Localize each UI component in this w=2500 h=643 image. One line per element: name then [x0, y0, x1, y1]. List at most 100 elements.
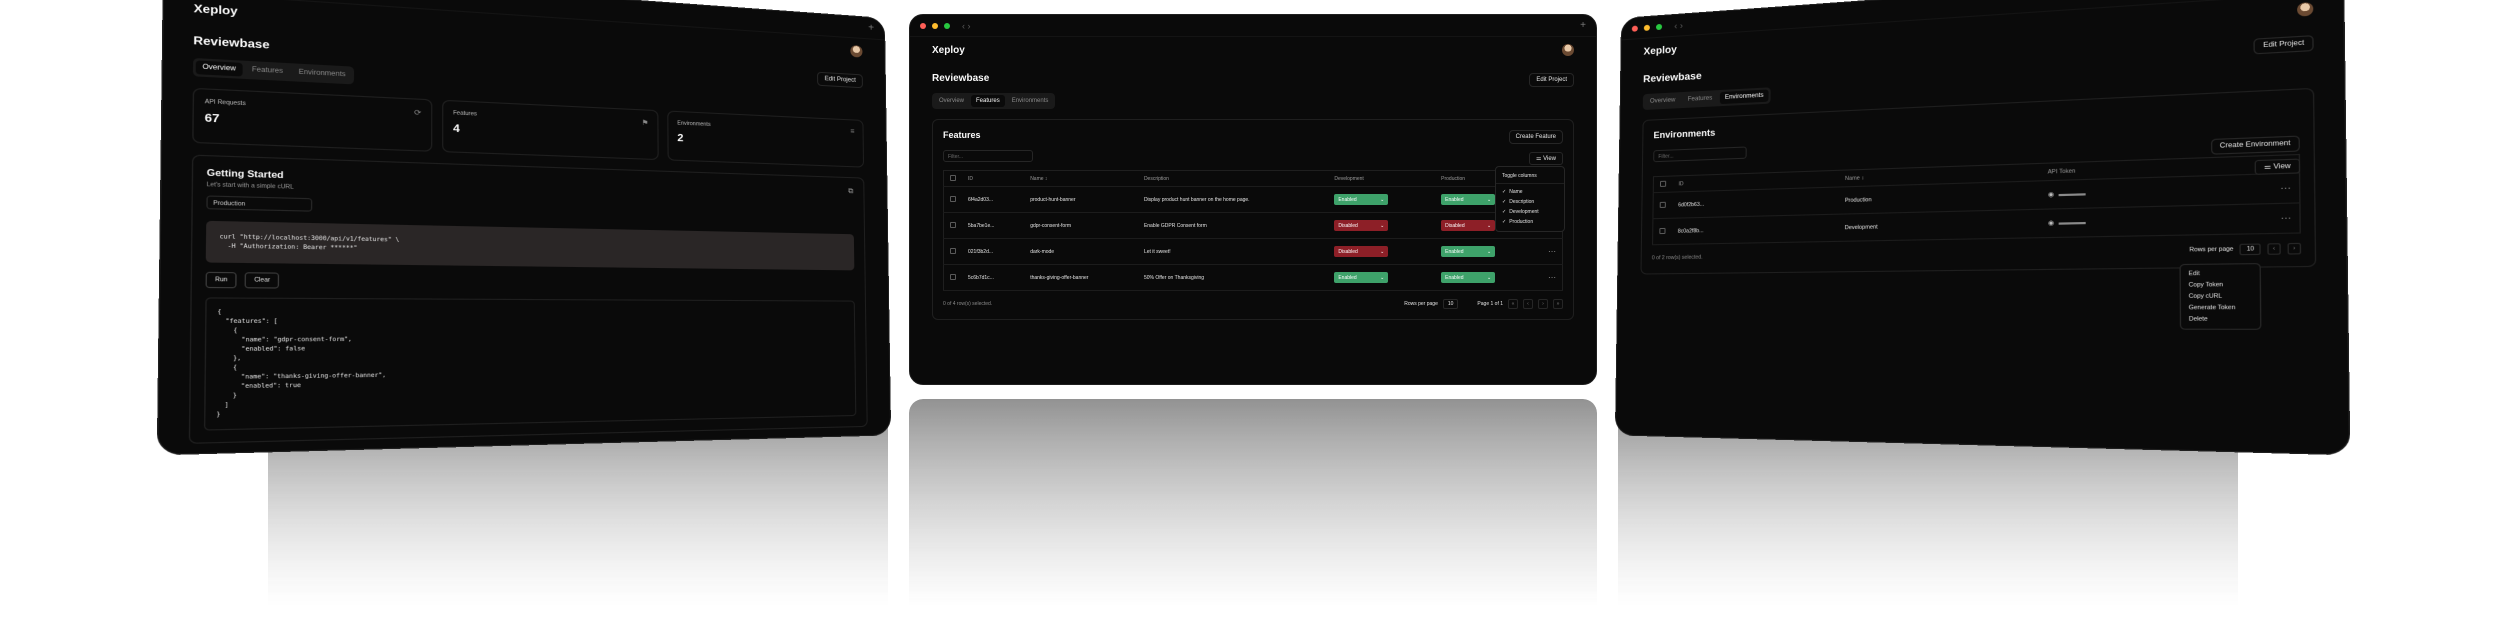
table-row[interactable]: 6f4a2d03... product-hunt-banner Display pr…	[943, 186, 1563, 213]
eye-icon[interactable]: ◉	[2048, 220, 2054, 227]
tab-features[interactable]: Features	[1682, 92, 1717, 106]
tab-features[interactable]: Features	[971, 95, 1005, 107]
view-columns-button[interactable]: ⚌ View	[1529, 152, 1563, 165]
chevron-down-icon: ⌄	[1486, 274, 1492, 281]
edit-project-button[interactable]: Edit Project	[817, 71, 863, 89]
tab-environments[interactable]: Environments	[1719, 89, 1769, 105]
last-page-button[interactable]: »	[1553, 299, 1563, 309]
status-label: Disabled	[1445, 222, 1465, 229]
filter-input[interactable]: Filter...	[1653, 146, 1747, 163]
user-avatar[interactable]	[850, 44, 863, 58]
select-all-checkbox[interactable]	[1659, 180, 1667, 187]
dev-status-select[interactable]: Disabled ⌄	[1334, 220, 1389, 231]
dev-status-select[interactable]: Enabled ⌄	[1334, 194, 1389, 205]
menu-item-name[interactable]: ✓ Name	[1496, 187, 1564, 197]
environments-table: ID Name ↕ API Token 6d0f2b63... Productio…	[1652, 153, 2301, 246]
brand-logo[interactable]: Xeploy	[194, 3, 238, 18]
create-environment-button[interactable]: Create Environment	[2210, 135, 2301, 155]
column-header-description[interactable]: Description	[1137, 170, 1329, 187]
row-checkbox[interactable]	[950, 195, 956, 202]
masked-token	[2059, 221, 2087, 225]
first-page-button[interactable]: «	[1508, 299, 1518, 309]
prod-status-select[interactable]: Enabled ⌄	[1441, 246, 1496, 257]
back-arrow-icon[interactable]: ‹ ›	[962, 21, 971, 31]
new-tab-icon[interactable]: +	[868, 23, 874, 34]
user-avatar[interactable]	[1562, 44, 1574, 56]
table-row[interactable]: 5c6b7d1c... thanks-giving-offer-banner 50%…	[943, 264, 1563, 291]
menu-item-generate-token[interactable]: Generate Token	[2181, 302, 2260, 314]
previous-page-button[interactable]: ‹	[1523, 299, 1533, 309]
menu-header: Toggle columns	[1496, 171, 1564, 184]
rows-per-page-select[interactable]: 10	[1442, 299, 1459, 309]
menu-item-description[interactable]: ✓ Description	[1496, 197, 1564, 207]
toggle-columns-menu: Toggle columns ✓ Name ✓ Description ✓ Devel…	[1495, 166, 1565, 232]
select-all-checkbox[interactable]	[950, 174, 956, 181]
tab-features[interactable]: Features	[245, 63, 289, 79]
prod-status-select[interactable]: Enabled ⌄	[1441, 272, 1496, 283]
row-checkbox[interactable]	[950, 247, 956, 254]
column-header-name[interactable]: Name ↕	[1024, 170, 1138, 187]
tab-environments[interactable]: Environments	[1007, 95, 1054, 107]
column-header-id[interactable]: ID	[962, 170, 1025, 187]
menu-item-copy-token[interactable]: Copy Token	[2181, 279, 2260, 291]
next-page-button[interactable]: ›	[1538, 299, 1548, 309]
menu-item-delete[interactable]: Delete	[2181, 314, 2260, 326]
stat-label: Environments	[677, 120, 711, 129]
back-arrow-icon[interactable]: ‹ ›	[1674, 20, 1683, 31]
create-feature-button[interactable]: Create Feature	[1508, 130, 1563, 144]
column-header-development[interactable]: Development	[1328, 170, 1436, 187]
tab-environments[interactable]: Environments	[292, 66, 352, 83]
environment-select[interactable]: Production	[206, 195, 313, 212]
stat-card-features: Features 4 ⚑	[442, 99, 659, 161]
view-label: View	[2273, 163, 2291, 171]
row-checkbox[interactable]	[1659, 201, 1666, 208]
clear-button[interactable]: Clear	[244, 272, 280, 289]
close-window-button[interactable]	[920, 22, 926, 29]
new-tab-icon[interactable]: +	[1580, 20, 1586, 31]
table-header-row: ID Name ↕ Description Development Produc…	[943, 170, 1563, 187]
dev-status-select[interactable]: Enabled ⌄	[1334, 272, 1389, 283]
more-actions-icon[interactable]: ⋯	[2280, 183, 2291, 194]
table-row[interactable]: 5ba7be1e... gdpr-consent-form Enable GDPR …	[943, 212, 1563, 239]
row-checkbox[interactable]	[950, 221, 956, 228]
more-actions-icon[interactable]: ⋯	[2280, 213, 2291, 224]
maximize-window-button[interactable]	[1655, 23, 1663, 30]
tab-overview[interactable]: Overview	[195, 60, 243, 77]
row-checkbox[interactable]	[1659, 227, 1666, 234]
edit-project-button[interactable]: Edit Project	[2253, 35, 2314, 55]
dev-status-select[interactable]: Disabled ⌄	[1334, 246, 1389, 257]
brand-logo[interactable]: Xeploy	[932, 45, 965, 56]
feature-id: 5ba7be1e...	[962, 212, 1025, 239]
tab-overview[interactable]: Overview	[934, 95, 969, 107]
tab-overview[interactable]: Overview	[1645, 94, 1681, 108]
menu-item-development[interactable]: ✓ Development	[1496, 207, 1564, 217]
run-button[interactable]: Run	[205, 271, 237, 289]
minimize-window-button[interactable]	[932, 22, 938, 29]
minimize-window-button[interactable]	[1643, 24, 1650, 31]
feature-name: product-hunt-banner	[1024, 186, 1138, 213]
prod-status-select[interactable]: Enabled ⌄	[1441, 194, 1496, 205]
previous-page-button[interactable]: ‹	[2267, 243, 2281, 255]
rows-per-page-select[interactable]: 10	[2239, 243, 2261, 256]
table-row[interactable]: 021f3b2d... dark-mode Let it sweet! Disable…	[943, 238, 1563, 265]
view-columns-button[interactable]: ⚌ View	[2254, 158, 2301, 175]
copy-icon[interactable]: ⧉	[848, 188, 853, 196]
status-label: Enabled	[1338, 196, 1357, 203]
next-page-button[interactable]: ›	[2287, 242, 2302, 255]
menu-item-copy-curl[interactable]: Copy cURL	[2181, 291, 2260, 303]
row-checkbox[interactable]	[950, 273, 956, 280]
maximize-window-button[interactable]	[944, 22, 950, 29]
filter-input[interactable]: Filter...	[943, 150, 1033, 162]
menu-item-production[interactable]: ✓ Production	[1496, 217, 1564, 227]
menu-item-label: Production	[1509, 219, 1534, 225]
more-actions-icon[interactable]: ⋯	[1548, 247, 1556, 256]
menu-item-edit[interactable]: Edit	[2181, 268, 2260, 280]
edit-project-button[interactable]: Edit Project	[1529, 73, 1574, 87]
close-window-button[interactable]	[1631, 25, 1638, 32]
more-actions-icon[interactable]: ⋯	[1548, 273, 1556, 282]
eye-icon[interactable]: ◉	[2048, 192, 2054, 199]
prod-status-select[interactable]: Disabled ⌄	[1441, 220, 1496, 231]
user-avatar[interactable]	[2297, 1, 2314, 17]
brand-logo[interactable]: Xeploy	[1643, 44, 1676, 57]
center-window-reflection	[909, 399, 1597, 643]
